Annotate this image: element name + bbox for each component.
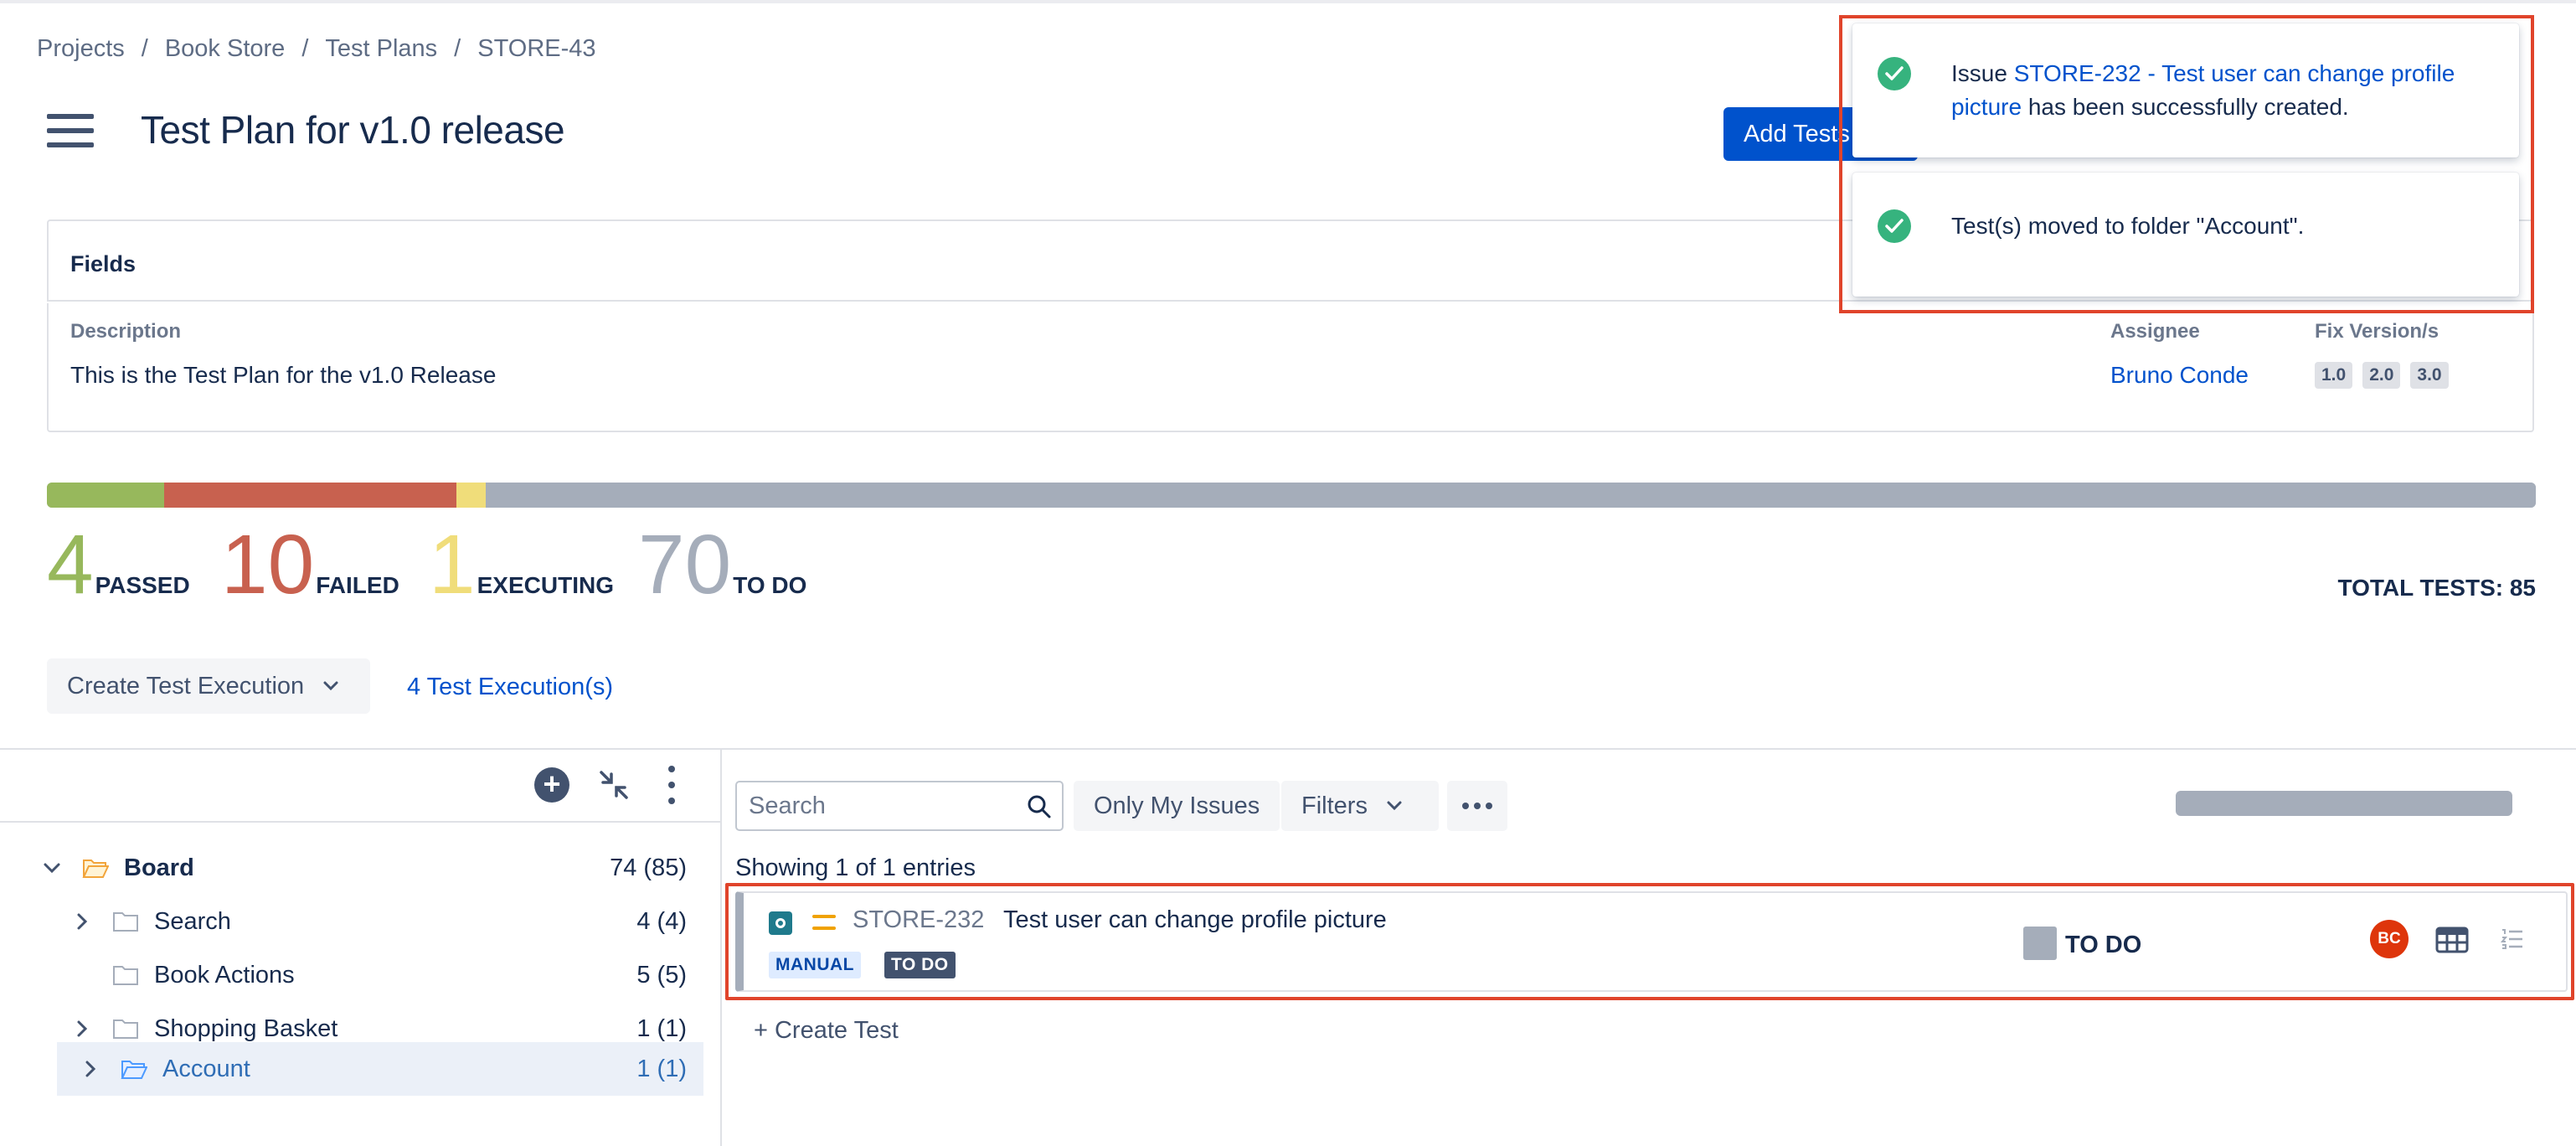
progress-segment-executing — [456, 483, 487, 508]
filters-label: Filters — [1301, 792, 1368, 819]
assignee-link[interactable]: Bruno Conde — [2110, 362, 2249, 389]
stat-failed-label: FAILED — [316, 572, 399, 598]
tree-item-count: 1 (1) — [636, 1055, 687, 1082]
tree-item-book-actions[interactable]: Book Actions 5 (5) — [37, 950, 703, 1000]
stat-todo-label: TO DO — [733, 572, 807, 598]
folder-icon — [113, 1020, 138, 1039]
description-value: This is the Test Plan for the v1.0 Relea… — [70, 362, 497, 388]
chevron-down-icon — [323, 681, 338, 691]
menu-icon[interactable] — [47, 114, 94, 147]
chevron-right-icon[interactable] — [67, 1020, 97, 1038]
create-test-execution-button[interactable]: Create Test Execution — [47, 658, 370, 714]
breadcrumb-separator: / — [454, 35, 461, 62]
breadcrumb-issue-key[interactable]: STORE-43 — [477, 35, 595, 63]
tree-item-count: 1 (1) — [636, 1014, 687, 1042]
fix-versions-label: Fix Version/s — [2315, 320, 2439, 343]
tree-item-label: Book Actions — [154, 961, 295, 989]
section-divider — [0, 748, 2576, 750]
version-badge[interactable]: 1.0 — [2315, 362, 2353, 389]
stat-failed-count: 10 — [221, 518, 315, 612]
stat-passed-count: 4 — [47, 518, 94, 612]
breadcrumb-book-store[interactable]: Book Store — [165, 35, 285, 63]
stat-todo: 70 TO DO — [638, 523, 806, 607]
page-title: Test Plan for v1.0 release — [141, 108, 565, 152]
collapse-icon[interactable] — [596, 767, 631, 803]
create-test-execution-label: Create Test Execution — [67, 672, 305, 699]
tree-item-search[interactable]: Search 4 (4) — [37, 896, 703, 947]
more-options-icon[interactable] — [662, 766, 682, 804]
search-input[interactable] — [737, 782, 1005, 829]
stat-passed: 4 PASSED — [47, 523, 190, 607]
tree-toolbar-divider — [0, 821, 720, 823]
fix-versions-list: 1.0 2.0 3.0 — [2315, 362, 2449, 389]
progress-segment-passed — [47, 483, 164, 508]
panel-divider[interactable] — [720, 750, 722, 1146]
highlight-box — [1839, 15, 2534, 313]
stat-passed-label: PASSED — [95, 572, 190, 598]
folder-open-icon — [121, 1061, 147, 1079]
tree-item-label: Account — [162, 1055, 250, 1082]
stat-executing-count: 1 — [429, 518, 476, 612]
add-folder-icon[interactable]: + — [534, 767, 569, 803]
breadcrumb: Projects / Book Store / Test Plans / STO… — [37, 35, 596, 63]
highlight-box — [725, 883, 2574, 1000]
folder-icon — [113, 966, 138, 985]
tree-item-count: 74 (85) — [610, 854, 687, 881]
filters-button[interactable]: Filters — [1281, 781, 1439, 831]
stat-todo-count: 70 — [638, 518, 732, 612]
top-rule — [0, 0, 2576, 3]
folder-open-icon — [82, 860, 109, 878]
stat-failed: 10 FAILED — [221, 523, 399, 607]
chevron-right-icon[interactable] — [75, 1060, 106, 1078]
breadcrumb-test-plans[interactable]: Test Plans — [325, 35, 437, 63]
breadcrumb-projects[interactable]: Projects — [37, 35, 125, 63]
folder-icon — [113, 912, 138, 932]
test-executions-link[interactable]: 4 Test Execution(s) — [407, 674, 613, 701]
tree-item-board[interactable]: Board 74 (85) — [37, 843, 703, 893]
chevron-down-icon — [1387, 801, 1402, 811]
tree-item-count: 4 (4) — [636, 907, 687, 935]
more-actions-button[interactable] — [1447, 781, 1507, 831]
fields-panel: Description This is the Test Plan for th… — [47, 303, 2534, 432]
stat-executing: 1 EXECUTING — [429, 523, 614, 607]
assignee-label: Assignee — [2110, 320, 2200, 343]
ellipsis-icon — [1462, 803, 1492, 809]
tree-item-label: Board — [124, 854, 194, 881]
version-badge[interactable]: 2.0 — [2362, 362, 2401, 389]
breadcrumb-separator: / — [141, 35, 148, 62]
tree-item-label: Shopping Basket — [154, 1014, 338, 1042]
stat-executing-label: EXECUTING — [477, 572, 614, 598]
chevron-right-icon[interactable] — [67, 912, 97, 931]
progress-segment-failed — [163, 483, 457, 508]
progress-segment-todo — [486, 483, 2536, 508]
create-test-button[interactable]: + Create Test — [754, 1017, 899, 1045]
total-tests: TOTAL TESTS: 85 — [2337, 575, 2536, 601]
only-my-issues-button[interactable]: Only My Issues — [1074, 781, 1280, 831]
tree-item-label: Search — [154, 907, 231, 935]
search-field[interactable] — [735, 781, 1064, 831]
breadcrumb-separator: / — [301, 35, 309, 62]
version-badge[interactable]: 3.0 — [2410, 362, 2449, 389]
search-icon[interactable] — [1027, 794, 1052, 819]
test-status-progress-bar — [47, 483, 2536, 508]
tree-item-count: 5 (5) — [636, 961, 687, 989]
showing-entries: Showing 1 of 1 entries — [735, 854, 976, 881]
description-label: Description — [70, 320, 182, 343]
fields-section-label: Fields — [70, 251, 137, 276]
tree-item-account[interactable]: Account 1 (1) — [57, 1042, 703, 1096]
horizontal-scrollbar[interactable] — [2176, 791, 2512, 816]
chevron-down-icon[interactable] — [37, 862, 67, 874]
